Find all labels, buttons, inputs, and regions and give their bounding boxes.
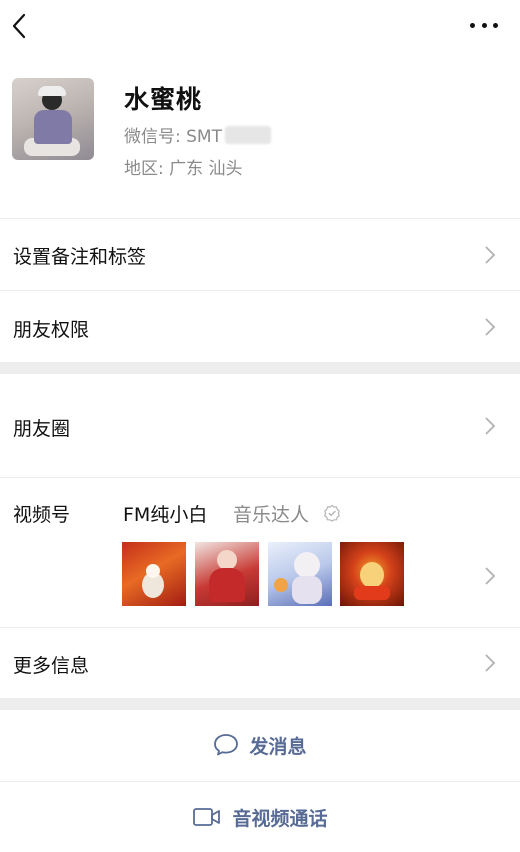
top-bar	[0, 0, 520, 56]
chevron-right-icon	[485, 318, 496, 336]
profile-header: 水蜜桃 微信号: SMT 地区: 广东 汕头	[0, 70, 520, 200]
send-message-button[interactable]: 发消息	[0, 710, 520, 780]
chat-bubble-icon	[214, 734, 239, 756]
channel-name: FM纯小白	[123, 504, 208, 526]
chevron-left-icon	[12, 13, 26, 39]
row-more-info[interactable]: 更多信息	[0, 628, 520, 698]
wechat-id-redaction	[224, 125, 271, 144]
chevron-right-icon	[485, 654, 496, 672]
row-remark-tags[interactable]: 设置备注和标签	[0, 219, 520, 290]
wechat-id: 微信号: SMT	[124, 122, 271, 147]
send-message-label: 发消息	[249, 735, 307, 758]
channel-video-thumbnail[interactable]	[268, 542, 332, 606]
row-friend-permissions[interactable]: 朋友权限	[0, 291, 520, 362]
row-channels-label: 视频号	[13, 504, 71, 526]
video-call-label: 音视频通话	[232, 807, 328, 830]
more-dots-icon	[470, 22, 475, 28]
row-more-info-label: 更多信息	[13, 655, 90, 677]
region-label: 地区: 广东 汕头	[124, 159, 243, 179]
channel-tag: 音乐达人	[233, 504, 310, 526]
row-moments[interactable]: 朋友圈	[0, 374, 520, 477]
verified-badge-icon	[324, 504, 340, 522]
video-camera-icon	[193, 808, 221, 826]
more-options-button[interactable]	[470, 20, 498, 30]
row-remark-tags-label: 设置备注和标签	[13, 246, 147, 268]
back-button[interactable]	[8, 12, 32, 40]
section-gap	[0, 698, 520, 710]
video-call-button[interactable]: 音视频通话	[0, 782, 520, 852]
profile-nickname: 水蜜桃	[124, 85, 203, 114]
chevron-right-icon	[485, 567, 496, 585]
row-moments-label: 朋友圈	[13, 418, 71, 440]
section-gap	[0, 362, 520, 374]
wechat-id-label: 微信号: SMT	[124, 127, 222, 147]
channel-video-thumbnail[interactable]	[122, 542, 186, 606]
channel-video-thumbnail[interactable]	[340, 542, 404, 606]
avatar[interactable]	[12, 78, 94, 160]
chevron-right-icon	[485, 417, 496, 435]
channel-video-thumbnail[interactable]	[195, 542, 259, 606]
chevron-right-icon	[485, 246, 496, 264]
row-friend-permissions-label: 朋友权限	[13, 319, 90, 341]
